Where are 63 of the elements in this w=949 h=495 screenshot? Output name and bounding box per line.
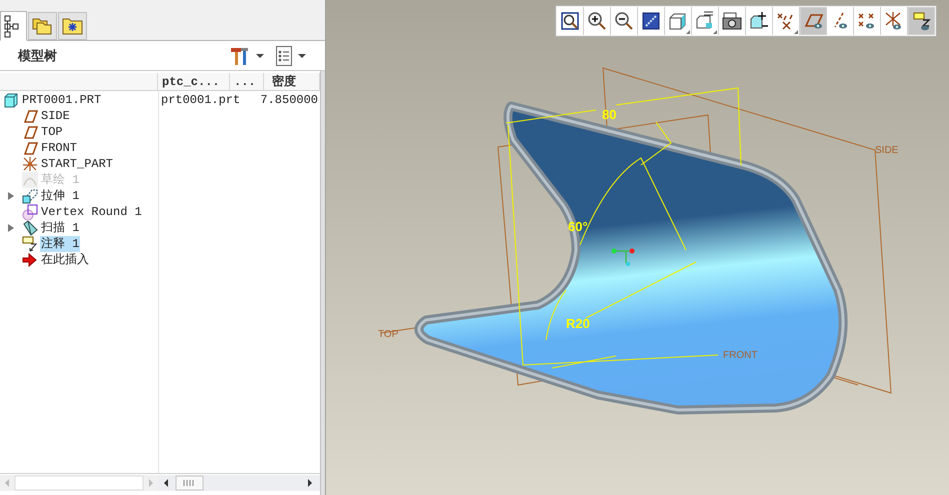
- toolbar-button[interactable]: [881, 7, 908, 35]
- menu-corner-icon: [794, 30, 798, 34]
- toolbar-button[interactable]: [638, 7, 665, 35]
- tree-item[interactable]: SIDE: [40, 108, 71, 124]
- menu-corner-icon: [713, 30, 717, 34]
- plane-icon: [22, 124, 38, 140]
- datum-label: TOP: [378, 329, 398, 340]
- panel-tab[interactable]: [58, 12, 87, 40]
- tree-item[interactable]: 扫描 1: [40, 220, 80, 236]
- column-header[interactable]: ...: [230, 73, 264, 90]
- table-cell: prt0001.prt: [161, 92, 240, 108]
- tree-item[interactable]: FRONT: [40, 140, 78, 156]
- tree-item[interactable]: 注释 1: [40, 236, 80, 252]
- tree-item[interactable]: PRT0001.PRT: [21, 92, 102, 108]
- expand-icon[interactable]: [6, 223, 16, 233]
- dimension-label: 60°: [568, 219, 588, 234]
- sweep-icon: [22, 220, 38, 236]
- plane-icon: [22, 108, 38, 124]
- zoom-in-icon: [586, 10, 608, 32]
- cube-icon: [3, 92, 19, 108]
- horizontal-scrollbar[interactable]: [158, 474, 320, 490]
- tree-item[interactable]: TOP: [40, 124, 64, 140]
- toolbar-button[interactable]: [773, 7, 800, 35]
- tree-item[interactable]: 在此插入: [40, 252, 90, 268]
- zoom-fit-icon: [559, 10, 581, 32]
- extrude-icon: [22, 188, 38, 204]
- toolbar-button[interactable]: [746, 7, 773, 35]
- toolbar-button[interactable]: [719, 7, 746, 35]
- dimension-label: R20: [566, 316, 590, 331]
- panel-tab[interactable]: [0, 11, 27, 41]
- arrow-icon: [22, 252, 38, 268]
- toolbar-button[interactable]: [611, 7, 638, 35]
- tree-item[interactable]: 拉伸 1: [40, 188, 80, 204]
- toolbar-button[interactable]: [557, 7, 584, 35]
- tools-icon[interactable]: [229, 46, 251, 66]
- caret-icon[interactable]: [255, 52, 265, 60]
- toolbar-button[interactable]: [908, 7, 935, 35]
- toolbar-button[interactable]: [854, 7, 881, 35]
- datum-label: SIDE: [875, 145, 898, 156]
- toolbar-button[interactable]: [665, 7, 692, 35]
- panel-title: 模型树: [18, 46, 57, 65]
- toolbar-button[interactable]: [584, 7, 611, 35]
- note-display-icon: [910, 10, 932, 32]
- horizontal-scrollbar[interactable]: [0, 474, 158, 490]
- tree-item[interactable]: START_PART: [40, 156, 114, 172]
- column-header[interactable]: ptc_c...: [158, 73, 230, 90]
- repaint-icon: [640, 10, 662, 32]
- round-icon: [22, 204, 38, 220]
- caret-icon[interactable]: [297, 52, 307, 60]
- list-icon[interactable]: [275, 44, 293, 66]
- plane-icon: [22, 140, 38, 156]
- sketch-icon: [22, 172, 38, 188]
- csys-icon: [22, 156, 38, 172]
- note-icon: [22, 236, 38, 252]
- tree-item[interactable]: Vertex Round 1: [40, 204, 143, 220]
- datum-label: FRONT: [723, 350, 758, 361]
- expand-icon[interactable]: [6, 191, 16, 201]
- menu-corner-icon: [686, 30, 690, 34]
- camera-icon: [721, 10, 743, 32]
- coordinate-axis-icon: [612, 248, 634, 266]
- table-cell: 7.850000: [260, 92, 318, 108]
- zoom-out-icon: [613, 10, 635, 32]
- toolbar-button[interactable]: [692, 7, 719, 35]
